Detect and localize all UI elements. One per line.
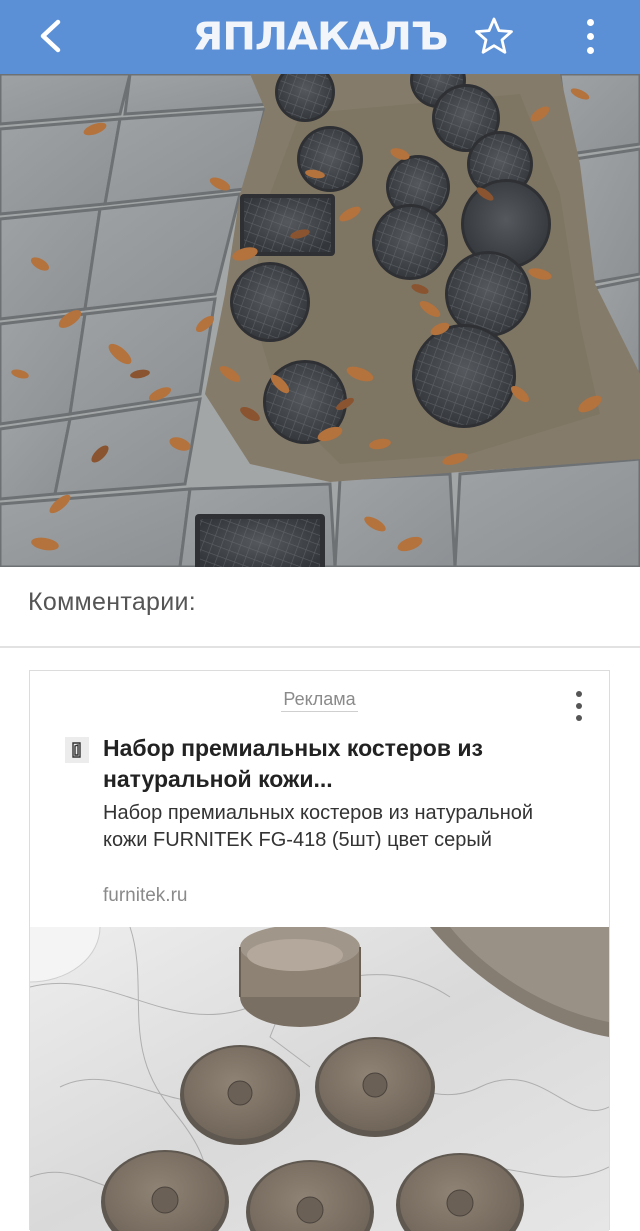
chevron-left-icon: [40, 19, 61, 53]
kebab-dot-icon: [576, 703, 582, 709]
ad-headline-link[interactable]: Набор премиальных костеров из натурально…: [103, 733, 573, 795]
post-image[interactable]: [0, 74, 640, 567]
comments-heading: Комментарии:: [28, 588, 197, 616]
logo-text: ЯПЛАКАЛЪ: [192, 15, 449, 59]
kebab-dot-icon: [586, 32, 594, 40]
ad-image[interactable]: [30, 927, 609, 1231]
star-icon: [475, 17, 513, 54]
overflow-menu-button[interactable]: [566, 6, 614, 66]
site-logo[interactable]: ЯПЛАКАЛЪ: [0, 0, 640, 74]
section-divider: [0, 646, 640, 648]
favorite-button[interactable]: [466, 8, 522, 64]
top-app-bar: ЯПЛАКАЛЪ: [0, 0, 640, 74]
back-button[interactable]: [22, 8, 78, 64]
ad-label: Реклама: [30, 689, 609, 712]
kebab-dot-icon: [576, 715, 582, 721]
ad-card[interactable]: Реклама Набор премиальных костеров из на…: [29, 670, 610, 1231]
kebab-dot-icon: [576, 691, 582, 697]
advertiser-favicon-icon: [65, 737, 89, 763]
kebab-dot-icon: [586, 46, 594, 54]
ad-description: Набор премиальных костеров из натурально…: [103, 802, 534, 851]
ad-menu-button[interactable]: [565, 685, 593, 727]
kebab-dot-icon: [586, 18, 594, 26]
ad-domain-link[interactable]: furnitek.ru: [103, 885, 187, 907]
